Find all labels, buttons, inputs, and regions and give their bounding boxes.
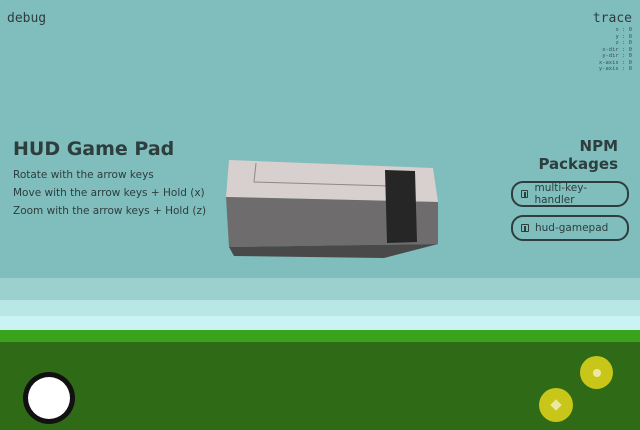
zoom-icon: [592, 368, 601, 377]
joystick-knob[interactable]: [28, 377, 70, 419]
move-button[interactable]: [539, 388, 573, 422]
console-black-stripe: [385, 170, 417, 243]
game-console-model: [226, 160, 438, 258]
joystick[interactable]: [23, 372, 75, 424]
zoom-button[interactable]: [580, 356, 613, 389]
move-icon: [550, 399, 562, 411]
